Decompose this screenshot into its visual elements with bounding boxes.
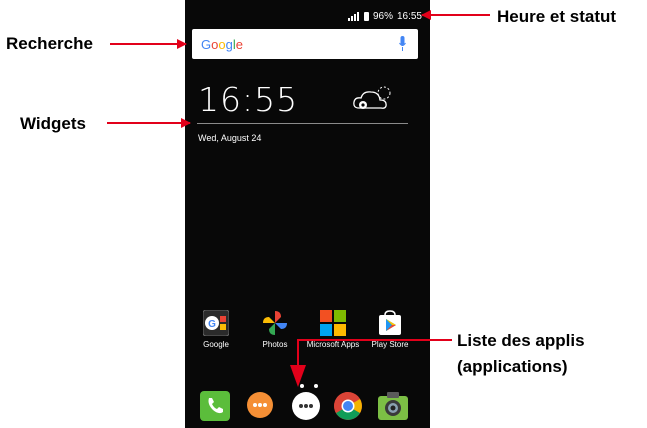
arrow-apps-head	[290, 365, 306, 387]
callout-arrows	[107, 10, 490, 387]
arrow-apps-line	[297, 339, 452, 367]
